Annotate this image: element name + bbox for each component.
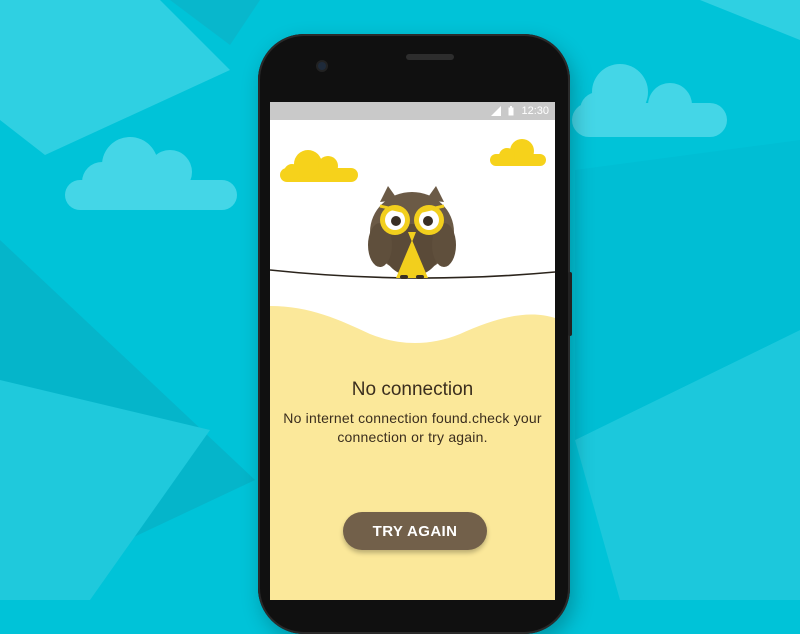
signal-icon [491,106,502,116]
background-cloud-left [65,137,237,210]
status-time: 12:30 [521,105,549,117]
yellow-cloud-left [280,150,358,182]
side-button [568,272,572,336]
front-camera [318,62,326,70]
try-again-button[interactable]: TRY AGAIN [343,512,487,550]
background-paper-shape [0,0,230,155]
status-bar: 12:30 [270,102,555,120]
earpiece-speaker [406,54,454,60]
background-cloud-right [572,64,727,137]
owl-icon [368,186,456,279]
background-paper-shape [700,0,800,40]
error-title: No connection [351,379,474,400]
battery-icon [508,106,514,116]
error-message: No internet connection found.check your … [283,410,542,445]
phone-screen: 12:30 No connection No internet connecti… [270,102,555,600]
yellow-cloud-right [490,139,546,166]
